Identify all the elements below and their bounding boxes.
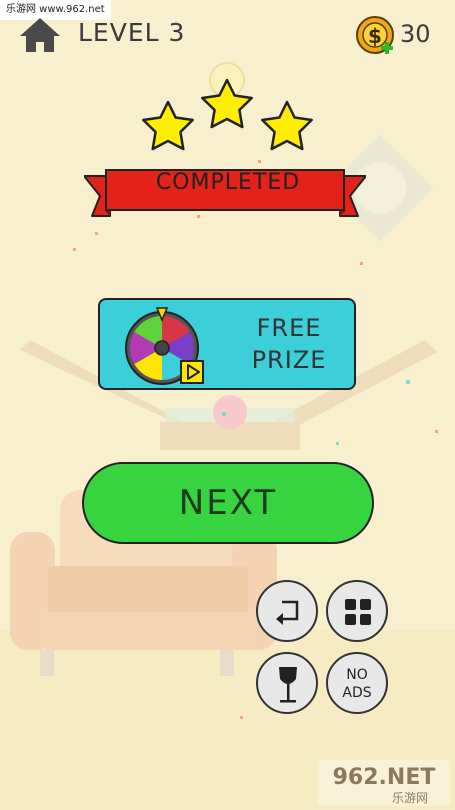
star-icon: [201, 78, 253, 129]
wine-glass-icon: [279, 667, 297, 703]
home-icon: [20, 18, 60, 52]
completed-text: COMPLETED: [155, 170, 301, 195]
brand-watermark: 962.NET 乐游网: [318, 760, 450, 806]
restart-icon: [276, 600, 299, 625]
brand-watermark-subtitle: 乐游网: [392, 791, 428, 805]
coin-count: 30: [400, 20, 431, 48]
coin-shop-button[interactable]: $: [356, 16, 396, 56]
free-prize-label-line1: FREE: [256, 314, 322, 342]
free-prize-button[interactable]: FREE PRIZE: [98, 298, 356, 390]
levels-button[interactable]: [326, 580, 388, 642]
no-ads-button[interactable]: NO ADS: [326, 652, 388, 714]
grid-icon: [345, 599, 371, 625]
level-title: LEVEL 3: [78, 18, 186, 47]
star-rating: [130, 76, 330, 160]
play-video-icon: [180, 360, 204, 384]
free-prize-label-line2: PRIZE: [251, 346, 327, 374]
home-button[interactable]: [18, 16, 62, 54]
restart-button[interactable]: [256, 580, 318, 642]
star-icon: [261, 100, 313, 151]
wine-glass-button[interactable]: [256, 652, 318, 714]
dollar-coin-plus-icon: $: [356, 16, 394, 54]
next-button[interactable]: NEXT: [82, 462, 374, 544]
next-label: NEXT: [178, 483, 278, 523]
no-ads-label-line1: NO: [346, 667, 368, 683]
brand-watermark-title: 962.NET: [333, 765, 436, 790]
star-icon: [142, 100, 194, 151]
svg-text:$: $: [368, 24, 382, 48]
no-ads-label-line2: ADS: [342, 685, 372, 701]
